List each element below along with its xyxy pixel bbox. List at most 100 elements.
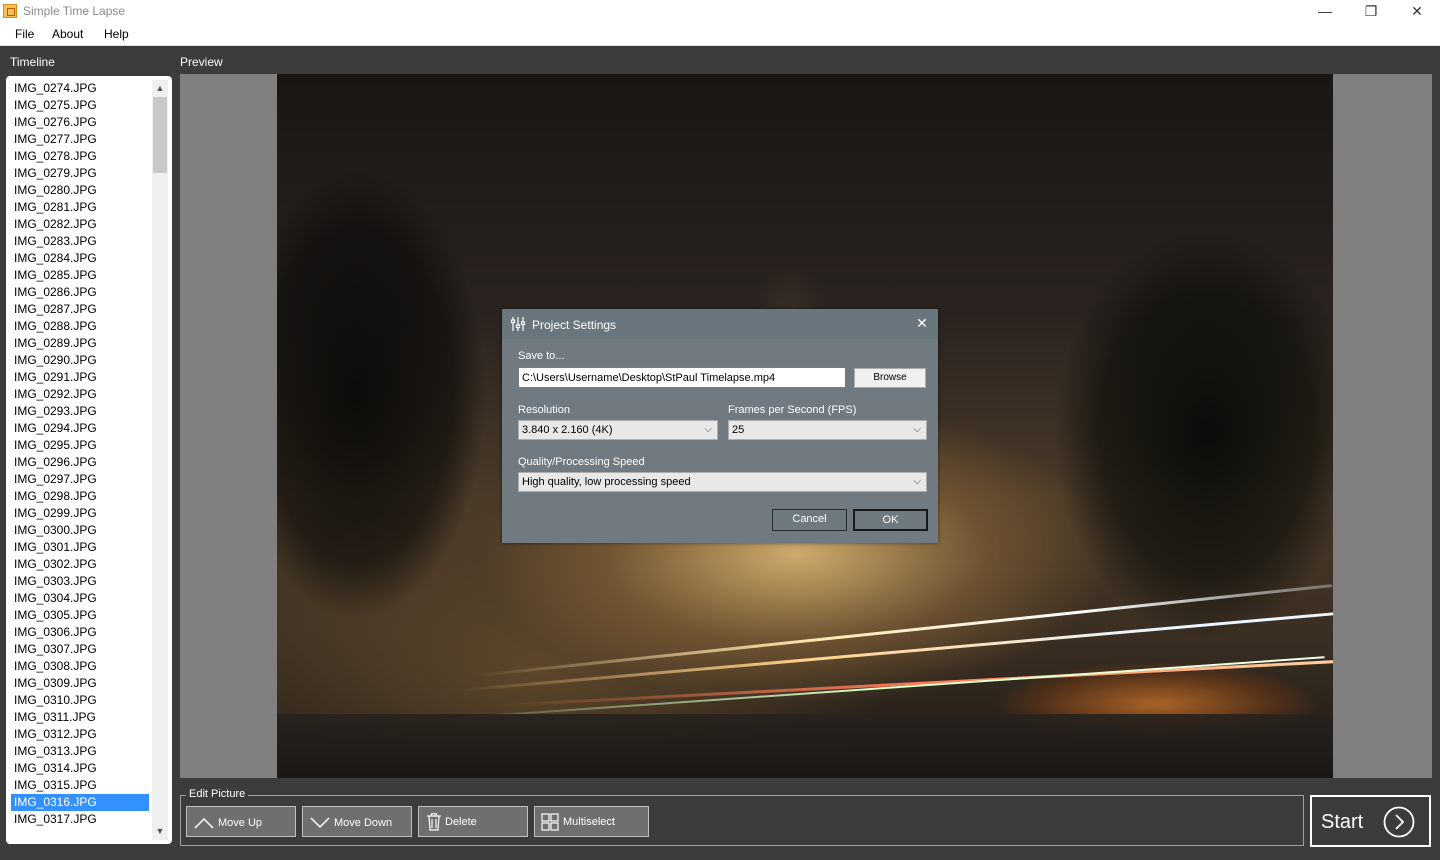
timeline-item[interactable]: IMG_0278.JPG	[11, 148, 149, 165]
dialog-close-icon[interactable]: ✕	[914, 315, 930, 331]
start-button[interactable]: Start	[1310, 795, 1431, 847]
timeline-item[interactable]: IMG_0301.JPG	[11, 539, 149, 556]
timeline-item[interactable]: IMG_0308.JPG	[11, 658, 149, 675]
timeline-scrollbar[interactable]: ▲ ▼	[152, 80, 168, 840]
scroll-thumb[interactable]	[153, 97, 167, 173]
title-bar: Simple Time Lapse — ❐ ✕	[0, 0, 1440, 23]
fps-label: Frames per Second (FPS)	[728, 404, 857, 416]
timeline-item[interactable]: IMG_0285.JPG	[11, 267, 149, 284]
chevron-down-icon: ⌵	[913, 424, 921, 435]
timeline-item[interactable]: IMG_0305.JPG	[11, 607, 149, 624]
preview-label: Preview	[180, 55, 223, 69]
timeline-item[interactable]: IMG_0297.JPG	[11, 471, 149, 488]
window-title: Simple Time Lapse	[23, 4, 126, 18]
timeline-item[interactable]: IMG_0312.JPG	[11, 726, 149, 743]
timeline-list[interactable]: IMG_0274.JPG IMG_0275.JPG IMG_0276.JPG IMG_…	[6, 76, 172, 844]
save-to-label: Save to...	[518, 350, 565, 362]
timeline-item[interactable]: IMG_0311.JPG	[11, 709, 149, 726]
menu-help[interactable]: Help	[104, 27, 129, 41]
timeline-item[interactable]: IMG_0279.JPG	[11, 165, 149, 182]
timeline-item[interactable]: IMG_0291.JPG	[11, 369, 149, 386]
timeline-label: Timeline	[10, 55, 55, 69]
timeline-item[interactable]: IMG_0300.JPG	[11, 522, 149, 539]
timeline-item[interactable]: IMG_0295.JPG	[11, 437, 149, 454]
timeline-item[interactable]: IMG_0316.JPG	[11, 794, 149, 811]
menu-bar: File About Help	[0, 23, 1440, 46]
timeline-item[interactable]: IMG_0296.JPG	[11, 454, 149, 471]
timeline-item[interactable]: IMG_0277.JPG	[11, 131, 149, 148]
multiselect-label: Multiselect	[563, 816, 615, 828]
timeline-item[interactable]: IMG_0282.JPG	[11, 216, 149, 233]
timeline-item[interactable]: IMG_0309.JPG	[11, 675, 149, 692]
timeline-item[interactable]: IMG_0284.JPG	[11, 250, 149, 267]
timeline-item[interactable]: IMG_0294.JPG	[11, 420, 149, 437]
chevron-up-icon	[194, 817, 214, 829]
timeline-item[interactable]: IMG_0276.JPG	[11, 114, 149, 131]
timeline-item[interactable]: IMG_0299.JPG	[11, 505, 149, 522]
timeline-item[interactable]: IMG_0303.JPG	[11, 573, 149, 590]
timeline-item[interactable]: IMG_0307.JPG	[11, 641, 149, 658]
menu-file[interactable]: File	[15, 27, 34, 41]
close-window-button[interactable]: ✕	[1394, 0, 1440, 23]
timeline-item[interactable]: IMG_0317.JPG	[11, 811, 149, 828]
quality-value: High quality, low processing speed	[522, 476, 691, 488]
timeline-item[interactable]: IMG_0281.JPG	[11, 199, 149, 216]
photo-trees-left	[277, 134, 527, 694]
timeline-item[interactable]: IMG_0313.JPG	[11, 743, 149, 760]
timeline-item[interactable]: IMG_0290.JPG	[11, 352, 149, 369]
timeline-item[interactable]: IMG_0314.JPG	[11, 760, 149, 777]
move-down-label: Move Down	[334, 817, 393, 829]
scroll-down-icon[interactable]: ▼	[152, 823, 168, 840]
restore-button[interactable]: ❐	[1348, 0, 1394, 23]
cancel-button[interactable]: Cancel	[772, 509, 847, 531]
ok-button[interactable]: OK	[853, 509, 928, 531]
resolution-label: Resolution	[518, 404, 570, 416]
dialog-title-bar: Project Settings ✕	[502, 309, 938, 339]
browse-button[interactable]: Browse	[854, 368, 926, 388]
move-down-button[interactable]: Move Down	[302, 806, 412, 837]
fps-value: 25	[732, 424, 745, 436]
timeline-item[interactable]: IMG_0298.JPG	[11, 488, 149, 505]
timeline-item[interactable]: IMG_0292.JPG	[11, 386, 149, 403]
project-settings-dialog: Project Settings ✕ Save to... Browse Res…	[502, 309, 938, 543]
timeline-item[interactable]: IMG_0302.JPG	[11, 556, 149, 573]
timeline-item[interactable]: IMG_0280.JPG	[11, 182, 149, 199]
chevron-down-icon: ⌵	[704, 424, 712, 435]
sliders-icon	[510, 317, 526, 331]
timeline-item[interactable]: IMG_0315.JPG	[11, 777, 149, 794]
quality-select[interactable]: High quality, low processing speed ⌵	[518, 472, 927, 492]
minimize-button[interactable]: —	[1302, 0, 1348, 23]
delete-label: Delete	[445, 816, 477, 828]
quality-label: Quality/Processing Speed	[518, 456, 645, 468]
timeline-item[interactable]: IMG_0310.JPG	[11, 692, 149, 709]
start-label: Start	[1321, 811, 1364, 833]
trash-icon	[427, 813, 441, 831]
edit-picture-legend: Edit Picture	[186, 788, 249, 800]
resolution-select[interactable]: 3.840 x 2.160 (4K) ⌵	[518, 420, 718, 440]
move-up-button[interactable]: Move Up	[186, 806, 296, 837]
save-path-input[interactable]	[518, 367, 846, 388]
timeline-item[interactable]: IMG_0287.JPG	[11, 301, 149, 318]
timeline-item[interactable]: IMG_0283.JPG	[11, 233, 149, 250]
menu-about[interactable]: About	[52, 27, 83, 41]
multiselect-button[interactable]: Multiselect	[534, 806, 649, 837]
timeline-item[interactable]: IMG_0289.JPG	[11, 335, 149, 352]
timeline-items: IMG_0274.JPG IMG_0275.JPG IMG_0276.JPG IMG_…	[11, 80, 149, 828]
chevron-down-icon	[310, 817, 330, 829]
timeline-item[interactable]: IMG_0274.JPG	[11, 80, 149, 97]
dialog-title: Project Settings	[532, 318, 617, 332]
timeline-item[interactable]: IMG_0306.JPG	[11, 624, 149, 641]
fps-select[interactable]: 25 ⌵	[728, 420, 927, 440]
timeline-item[interactable]: IMG_0275.JPG	[11, 97, 149, 114]
scroll-up-icon[interactable]: ▲	[152, 80, 168, 97]
timeline-item[interactable]: IMG_0304.JPG	[11, 590, 149, 607]
grid-icon	[541, 813, 559, 831]
chevron-down-icon: ⌵	[913, 476, 921, 487]
timeline-item[interactable]: IMG_0286.JPG	[11, 284, 149, 301]
app-icon	[3, 4, 17, 18]
timeline-item[interactable]: IMG_0293.JPG	[11, 403, 149, 420]
timeline-item[interactable]: IMG_0288.JPG	[11, 318, 149, 335]
resolution-value: 3.840 x 2.160 (4K)	[522, 424, 613, 436]
move-up-label: Move Up	[218, 817, 263, 829]
delete-button[interactable]: Delete	[418, 806, 528, 837]
